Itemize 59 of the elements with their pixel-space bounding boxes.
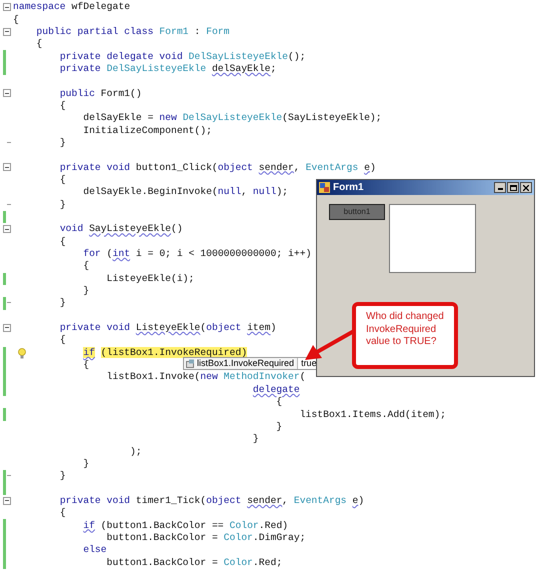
code-line: listBox1.Invoke(new MethodInvoker(	[106, 371, 306, 384]
code-line: private void button1_Click(object sender, EventArgs e)	[58, 162, 376, 174]
app-icon	[319, 182, 330, 193]
collapse-icon[interactable]	[3, 28, 11, 36]
callout-text: Who did changed InvokeRequired value to TRUE?	[366, 311, 445, 348]
code-line: }	[82, 458, 90, 470]
code-line: {	[82, 260, 90, 272]
code-line: }	[252, 433, 259, 446]
code-line: {	[13, 14, 19, 26]
code-line: }	[58, 470, 66, 482]
collapse-icon[interactable]	[3, 89, 11, 98]
code-line: namespace wfDelegate	[13, 1, 130, 14]
code-line: }	[58, 297, 66, 310]
code-line: else	[82, 544, 107, 556]
datatip-expression: listBox1.InvokeRequired	[197, 359, 296, 368]
code-line: button1.BackColor = Color.Red;	[106, 556, 282, 569]
code-line: {	[58, 100, 66, 112]
code-line: private void timer1_Tick(object sender, EventArgs e)	[58, 494, 364, 507]
collapse-icon[interactable]	[3, 3, 11, 11]
code-line: {	[58, 334, 66, 346]
code-line: public Form1()	[58, 88, 142, 100]
code-line: {	[58, 236, 66, 248]
code-line: private DelSayListeyeEkle delSayEkle;	[58, 62, 276, 75]
lightbulb-icon[interactable]	[18, 348, 26, 359]
code-line: void SayListeyeEkle()	[58, 223, 183, 236]
collapse-icon[interactable]	[3, 163, 11, 172]
close-button[interactable]	[520, 182, 532, 193]
code-line: }	[275, 420, 282, 433]
code-line: listBox1.Items.Add(item);	[298, 408, 446, 421]
code-line: for (int i = 0; i < 1000000000000; i++)	[82, 248, 312, 260]
code-line: {	[58, 174, 66, 186]
code-line: }	[58, 136, 66, 149]
code-line: ListeyeEkle(i);	[106, 272, 194, 285]
code-line: private delegate void DelSayListeyeEkle();	[58, 50, 306, 63]
maximize-button[interactable]	[507, 182, 519, 193]
collapse-icon[interactable]	[3, 496, 11, 505]
code-line: public partial class Form1 : Form	[35, 26, 230, 38]
code-line: delegate	[252, 384, 300, 396]
code-line: delSayEkle.BeginInvoke(null, null);	[82, 186, 288, 198]
code-line: {	[58, 507, 66, 520]
code-line: if (listBox1.InvokeRequired)	[82, 346, 248, 359]
code-line: );	[129, 446, 142, 458]
collapse-icon[interactable]	[3, 324, 11, 332]
code-line: {	[275, 396, 282, 408]
close-icon	[523, 184, 529, 190]
code-line: private void ListeyeEkle(object item)	[58, 322, 276, 334]
code-line: button1.BackColor = Color.DimGray;	[106, 532, 306, 544]
code-line: }	[82, 285, 90, 298]
code-line: delSayEkle = new DelSayListeyeEkle(SayListeyeEkle);	[82, 112, 382, 124]
list-box[interactable]	[389, 204, 476, 273]
code-line: if (button1.BackColor == Color.Red)	[82, 520, 288, 532]
property-icon	[186, 359, 195, 368]
code-line: }	[58, 198, 66, 211]
code-line: {	[35, 38, 42, 50]
code-line: InitializeComponent();	[82, 124, 212, 137]
collapse-icon[interactable]	[3, 225, 11, 234]
code-line: {	[82, 359, 90, 372]
minimize-button[interactable]	[494, 182, 506, 193]
window-title: Form1	[333, 182, 364, 192]
